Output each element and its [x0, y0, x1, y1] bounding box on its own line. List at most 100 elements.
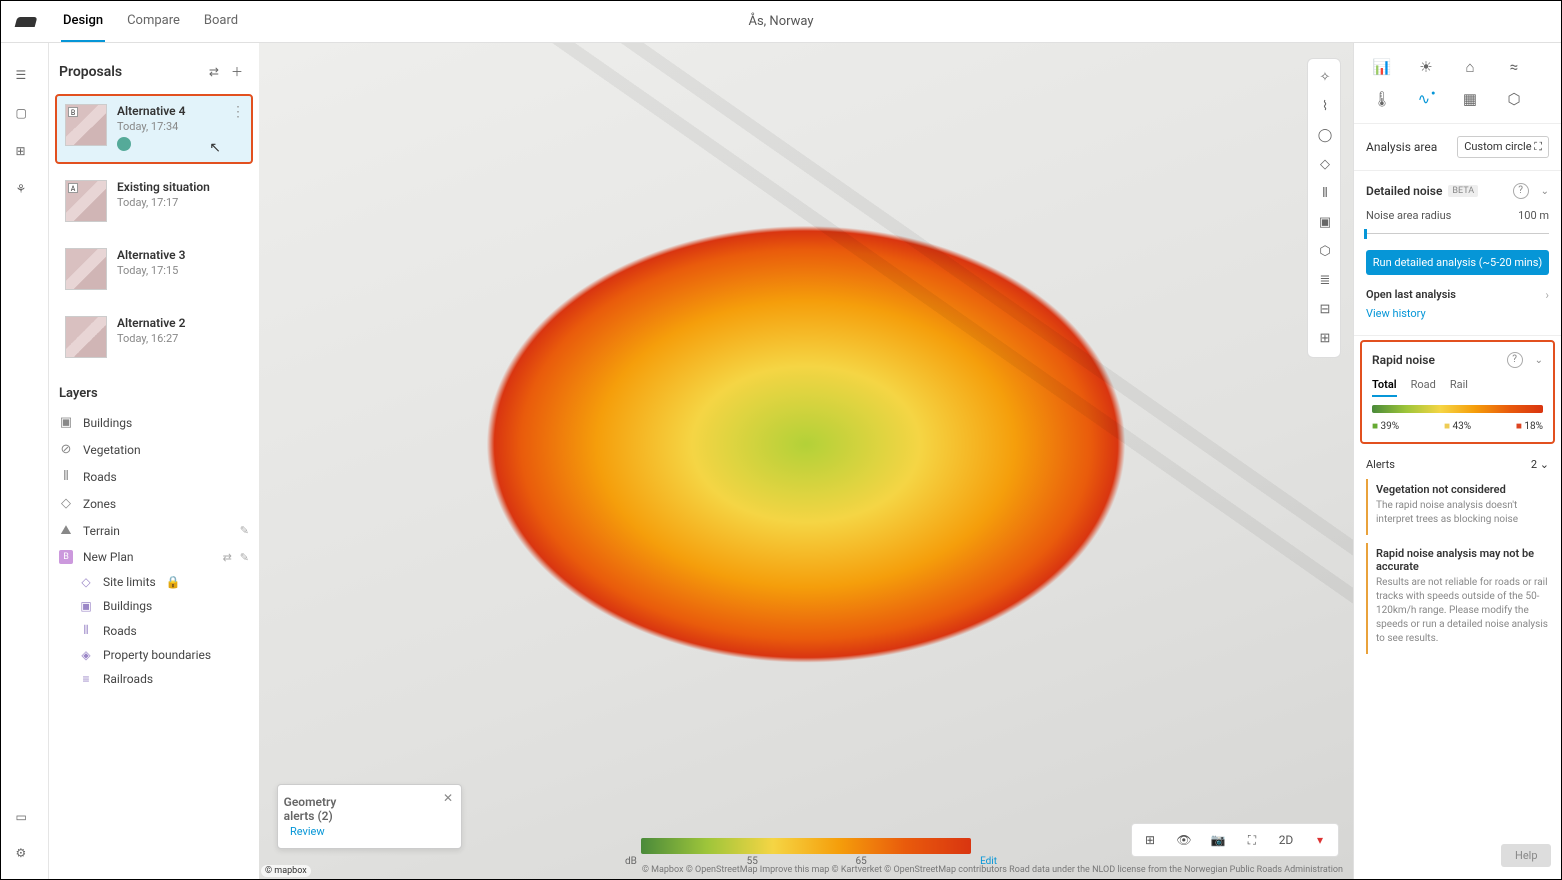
sun-icon[interactable]: ☀	[1406, 53, 1446, 81]
card-icon[interactable]: ▭	[16, 810, 34, 828]
help-icon[interactable]: ?	[1513, 183, 1529, 199]
sublayer-item[interactable]: ⦀ Roads	[55, 618, 253, 643]
layer-item[interactable]: ⊘Vegetation	[55, 436, 253, 463]
layer-item[interactable]: ⛰Terrain✎	[55, 517, 253, 544]
custom-circle-button[interactable]: Custom circle ⛶	[1457, 136, 1549, 158]
view-history-link[interactable]: View history	[1366, 304, 1549, 323]
sublayer-item[interactable]: ▣Buildings	[55, 594, 253, 618]
left-rail: ☰ ▢ ⊞ ⚘ ▭ ⚙	[1, 43, 49, 879]
solar-icon[interactable]: ▦	[1450, 85, 1490, 113]
sublayer-item[interactable]: ◇Site limits🔒	[55, 570, 253, 594]
view-mode[interactable]: 2D	[1272, 828, 1300, 852]
swap-icon[interactable]: ⇄	[223, 551, 232, 564]
more-icon[interactable]: ⋮	[231, 104, 245, 120]
settings-icon[interactable]: ⚙	[16, 846, 34, 864]
rapid-tab-rail[interactable]: Rail	[1450, 378, 1468, 397]
alerts-header[interactable]: Alerts 2 ⌄	[1366, 458, 1549, 479]
compass-icon[interactable]: ▾	[1306, 828, 1334, 852]
tab-compare[interactable]: Compare	[125, 1, 182, 42]
sublayer-label: Roads	[103, 624, 137, 638]
add-proposal-icon[interactable]: ＋	[225, 61, 249, 82]
wind-icon[interactable]: ≈	[1494, 53, 1534, 81]
roads-icon: ⦀	[79, 623, 93, 638]
mapbox-badge: © mapbox	[261, 865, 311, 877]
open-last-link[interactable]: Open last analysis	[1366, 285, 1456, 304]
proposal-item[interactable]: Alternative 3 Today, 17:15	[55, 238, 253, 300]
chevron-down-icon[interactable]: ⌄	[1535, 355, 1543, 366]
layer-newplan[interactable]: BNew Plan⇄✎	[55, 544, 253, 570]
proposal-item[interactable]: Alternative 2 Today, 16:27	[55, 306, 253, 368]
edit-icon[interactable]: ✎	[240, 551, 249, 564]
assets-icon[interactable]: ⊞	[16, 144, 34, 162]
polygon-icon[interactable]: ◇	[1308, 152, 1342, 177]
proposal-thumb: B	[65, 104, 107, 146]
noise-icon[interactable]: ∿●	[1406, 85, 1446, 113]
temp-icon[interactable]: 🌡	[1362, 85, 1402, 113]
layer-label: Terrain	[83, 524, 120, 538]
brush-icon[interactable]: ⌇	[1308, 94, 1342, 119]
analysis-area-label: Analysis area	[1366, 140, 1437, 154]
toast-review-link[interactable]: Review	[290, 825, 449, 838]
proposal-item[interactable]: A Existing situation Today, 17:17	[55, 170, 253, 232]
layers-icon[interactable]: ≣	[1308, 268, 1342, 293]
alert-item: Rapid noise analysis may not be accurate…	[1366, 543, 1549, 654]
close-icon[interactable]: ✕	[443, 791, 453, 805]
sitelimits-icon: ◇	[79, 575, 93, 589]
chevron-down-icon[interactable]: ⌄	[1541, 186, 1549, 197]
chart-icon[interactable]: 📊	[1362, 53, 1402, 81]
energy-icon[interactable]: ⬡	[1494, 85, 1534, 113]
lasso-icon[interactable]: ◯	[1308, 123, 1342, 148]
proposal-time: Today, 17:15	[117, 264, 185, 277]
rapid-noise-title: Rapid noise	[1372, 353, 1435, 367]
map-canvas[interactable]: ✧ ⌇ ◯ ◇ ⦀ ▣ ⬡ ≣ ⊟ ⊞ Geometry alerts (2) …	[259, 43, 1353, 879]
filter-icon[interactable]: ⇄	[203, 63, 225, 81]
proposal-name: Alternative 3	[117, 248, 185, 262]
edit-icon[interactable]: ✎	[240, 524, 249, 537]
focus-icon[interactable]: ⛶	[1238, 828, 1266, 852]
help-button[interactable]: Help	[1501, 844, 1551, 867]
tab-board[interactable]: Board	[202, 1, 240, 42]
roads-icon: ⦀	[59, 469, 73, 484]
network-icon[interactable]: ⊞	[1308, 326, 1342, 351]
proposal-time: Today, 17:17	[117, 196, 210, 209]
grid-icon[interactable]: ⊞	[1136, 828, 1164, 852]
run-analysis-button[interactable]: Run detailed analysis (~5-20 mins)	[1366, 250, 1549, 275]
lock-icon[interactable]: 🔒	[166, 575, 181, 589]
layer-item[interactable]: ▣Buildings	[55, 409, 253, 436]
pct-yellow: 43%	[1444, 421, 1471, 432]
analysis-panel: 📊 ☀ ⌂ ≈ 🌡 ∿● ▦ ⬡ Analysis area Custom ci…	[1353, 43, 1561, 879]
app-logo[interactable]	[15, 17, 38, 27]
rapid-tab-road[interactable]: Road	[1411, 378, 1436, 397]
layer-item[interactable]: ⦀Roads	[55, 463, 253, 490]
cube-icon[interactable]: ▣	[1308, 210, 1342, 235]
sublayer-label: Railroads	[103, 672, 153, 686]
extrude-icon[interactable]: ⬡	[1308, 239, 1342, 264]
book-icon[interactable]: ▢	[16, 106, 34, 124]
proposal-name: Alternative 4	[117, 104, 185, 118]
section-icon[interactable]: ⊟	[1308, 297, 1342, 322]
eye-icon[interactable]: 👁	[1170, 828, 1198, 852]
layer-label: Buildings	[83, 416, 132, 430]
proposal-item[interactable]: B Alternative 4 Today, 17:34 ⋮ ↖	[55, 94, 253, 164]
measure-icon[interactable]: ⦀	[1308, 181, 1342, 206]
sublayer-item[interactable]: ◈Property boundaries	[55, 643, 253, 667]
camera-icon[interactable]: 📷	[1204, 828, 1232, 852]
people-icon[interactable]: ⚘	[16, 182, 34, 200]
sublayer-item[interactable]: ≡Railroads	[55, 667, 253, 691]
layer-item[interactable]: ◇Zones	[55, 490, 253, 517]
rapid-gradient	[1372, 405, 1543, 413]
chevron-right-icon[interactable]: ›	[1545, 288, 1549, 302]
view-icon[interactable]: ⌂	[1450, 53, 1490, 81]
tool-column: ✧ ⌇ ◯ ◇ ⦀ ▣ ⬡ ≣ ⊟ ⊞	[1307, 58, 1341, 358]
help-icon[interactable]: ?	[1507, 352, 1523, 368]
view-controls: ⊞ 👁 📷 ⛶ 2D ▾	[1131, 823, 1339, 857]
rapid-tab-total[interactable]: Total	[1372, 378, 1397, 397]
radius-slider[interactable]	[1366, 228, 1549, 240]
proposal-thumb	[65, 316, 107, 358]
chevron-down-icon: ⌄	[1540, 458, 1549, 471]
pct-green: 39%	[1372, 421, 1399, 432]
tab-design[interactable]: Design	[61, 1, 105, 42]
menu-icon[interactable]: ☰	[16, 68, 34, 86]
magic-icon[interactable]: ✧	[1308, 65, 1342, 90]
sublayer-label: Property boundaries	[103, 648, 211, 662]
